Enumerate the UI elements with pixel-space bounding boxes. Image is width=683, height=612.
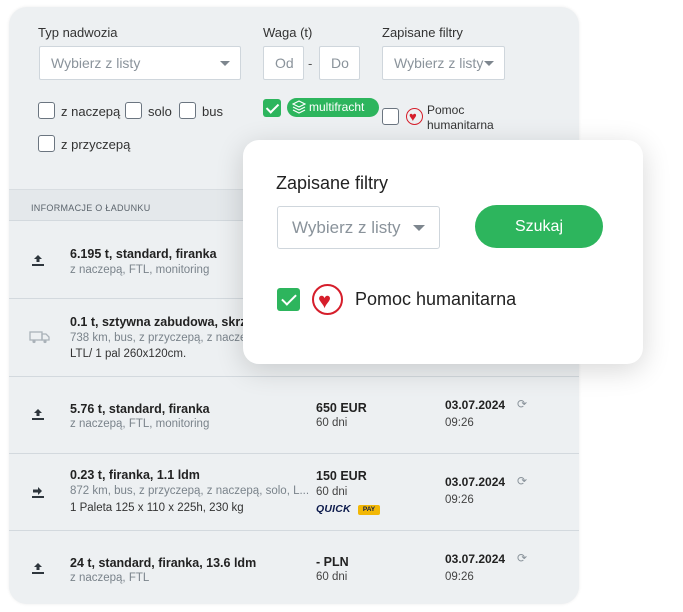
checkbox-humanitarian[interactable] xyxy=(382,108,399,125)
checkbox-solo[interactable] xyxy=(125,102,142,119)
quickpay-badge: PAY xyxy=(358,505,380,515)
search-button[interactable]: Szukaj xyxy=(475,205,603,248)
quickpay-logo: QUICK PAY xyxy=(316,503,380,515)
load-up-icon xyxy=(29,560,47,576)
body-type-label: Typ nadwozia xyxy=(38,25,118,40)
truck-icon xyxy=(29,330,50,346)
checkbox-multifracht[interactable] xyxy=(263,99,281,117)
heart-icon: ♥ xyxy=(406,108,423,125)
table-header-label: INFORMACJE O ŁADUNKU xyxy=(31,203,151,213)
heart-icon: ♥ xyxy=(312,284,343,315)
row-price: 650 EUR xyxy=(316,401,367,415)
popup-humanitarian-label: Pomoc humanitarna xyxy=(355,289,517,309)
table-row[interactable]: 5.76 t, standard, firanka z naczepą, FTL… xyxy=(9,376,579,453)
load-up-icon xyxy=(29,252,47,268)
popup-humanitarian-checkbox[interactable] xyxy=(277,288,300,311)
load-right-icon xyxy=(29,484,47,500)
row-payment-days: 60 dni xyxy=(316,486,348,498)
row-subtitle: z naczepą, FTL xyxy=(70,572,150,584)
row-title: 6.195 t, standard, firanka xyxy=(70,247,217,261)
quickpay-text: QUICK xyxy=(316,503,351,515)
row-time: 09:26 xyxy=(445,417,474,429)
humanitarian-label: Pomoc humanitarna xyxy=(427,103,494,133)
saved-filters-popup: Zapisane filtry Wybierz z listy Szukaj ♥… xyxy=(243,140,643,364)
checkbox-z-przyczepa-label: z przyczepą xyxy=(61,137,131,152)
checkbox-solo-label: solo xyxy=(148,104,172,119)
refresh-icon[interactable]: ⟳ xyxy=(517,474,527,488)
row-title: 24 t, standard, firanka, 13.6 ldm xyxy=(70,556,257,570)
weight-from-input[interactable]: Od xyxy=(263,46,304,80)
popup-title: Zapisane filtry xyxy=(276,173,389,193)
multifracht-label: multifracht xyxy=(309,100,365,114)
weight-separator: - xyxy=(308,56,313,71)
body-type-placeholder: Wybierz z listy xyxy=(51,55,141,71)
checkbox-z-naczepa-label: z naczepą xyxy=(61,104,121,119)
layers-icon xyxy=(292,100,306,114)
table-row[interactable]: 0.23 t, firanka, 1.1 ldm 872 km, bus, z … xyxy=(9,453,579,530)
row-subtitle: 738 km, bus, z przyczepą, z nacze xyxy=(70,332,247,344)
row-payment-days: 60 dni xyxy=(316,417,348,429)
row-price: 150 EUR xyxy=(316,469,367,483)
chevron-down-icon xyxy=(484,61,494,66)
humanitarian-label-line2: humanitarna xyxy=(427,118,494,132)
weight-from-placeholder: Od xyxy=(275,55,294,71)
checkbox-z-przyczepa[interactable] xyxy=(38,135,55,152)
weight-label: Waga (t) xyxy=(263,25,313,40)
saved-filters-select[interactable]: Wybierz z listy xyxy=(382,46,505,80)
row-subtitle: z naczepą, FTL, monitoring xyxy=(70,418,210,430)
row-subtitle: z naczepą, FTL, monitoring xyxy=(70,264,210,276)
row-title: 0.1 t, sztywna zabudowa, skrz xyxy=(70,315,247,329)
row-title: 0.23 t, firanka, 1.1 ldm xyxy=(70,468,200,482)
row-details: LTL/ 1 pal 260x120cm. xyxy=(70,348,187,360)
row-details: 1 Paleta 125 x 110 x 225h, 230 kg xyxy=(70,502,244,514)
row-price: - PLN xyxy=(316,555,349,569)
row-date: 03.07.2024 xyxy=(445,552,506,566)
row-time: 09:26 xyxy=(445,571,474,583)
popup-select-placeholder: Wybierz z listy xyxy=(292,218,401,237)
checkbox-bus-label: bus xyxy=(202,104,223,119)
row-subtitle: 872 km, bus, z przyczepą, z naczepą, sol… xyxy=(70,485,310,497)
refresh-icon[interactable]: ⟳ xyxy=(517,551,527,565)
row-payment-days: 60 dni xyxy=(316,571,348,583)
saved-filters-label: Zapisane filtry xyxy=(382,25,463,40)
body-type-select[interactable]: Wybierz z listy xyxy=(39,46,241,80)
weight-to-placeholder: Do xyxy=(331,55,349,71)
table-row[interactable]: 24 t, standard, firanka, 13.6 ldm z nacz… xyxy=(9,530,579,604)
checkbox-z-naczepa[interactable] xyxy=(38,102,55,119)
popup-saved-filters-select[interactable]: Wybierz z listy xyxy=(277,206,440,249)
multifracht-badge: multifracht xyxy=(287,98,379,117)
row-date: 03.07.2024 xyxy=(445,475,506,489)
row-title: 5.76 t, standard, firanka xyxy=(70,402,210,416)
row-time: 09:26 xyxy=(445,494,474,506)
refresh-icon[interactable]: ⟳ xyxy=(517,397,527,411)
chevron-down-icon xyxy=(413,225,425,231)
chevron-down-icon xyxy=(220,61,230,66)
saved-filters-placeholder: Wybierz z listy xyxy=(394,55,484,71)
row-date: 03.07.2024 xyxy=(445,398,506,412)
load-up-icon xyxy=(29,406,47,422)
checkbox-bus[interactable] xyxy=(179,102,196,119)
humanitarian-label-line1: Pomoc xyxy=(427,103,465,117)
weight-to-input[interactable]: Do xyxy=(319,46,360,80)
